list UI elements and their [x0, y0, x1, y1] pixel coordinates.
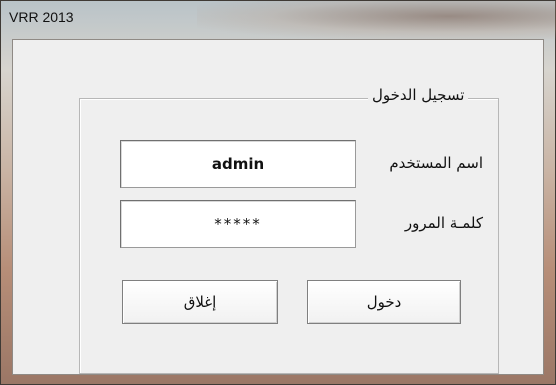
login-group-title: تسجيل الدخول — [368, 86, 469, 104]
close-button-label: إغلاق — [183, 293, 217, 311]
title-bar-glass — [197, 1, 556, 39]
password-label: كلمـة المرور — [404, 214, 483, 232]
username-value: admin — [211, 155, 265, 173]
password-input[interactable]: ***** — [120, 200, 356, 248]
login-button[interactable]: دخول — [307, 280, 461, 324]
window-title: VRR 2013 — [9, 9, 74, 25]
password-value: ***** — [214, 215, 262, 233]
username-input[interactable]: admin — [120, 140, 356, 188]
close-button[interactable]: إغلاق — [122, 280, 278, 324]
username-label: اسم المستخدم — [389, 154, 483, 172]
login-button-label: دخول — [366, 293, 402, 311]
title-bar[interactable]: VRR 2013 — [1, 1, 556, 39]
client-area: تسجيل الدخول admin اسم المستخدم ***** كل… — [12, 39, 544, 375]
app-window: VRR 2013 تسجيل الدخول admin اسم المستخدم… — [0, 0, 556, 385]
